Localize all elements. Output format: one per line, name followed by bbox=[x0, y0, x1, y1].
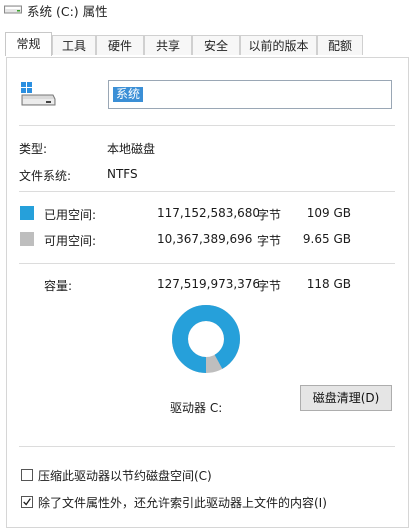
tab-previous-versions[interactable]: 以前的版本 bbox=[240, 35, 317, 55]
tab-tools[interactable]: 工具 bbox=[52, 35, 96, 55]
volume-name-field[interactable]: 系统 bbox=[108, 80, 392, 109]
drive-icon bbox=[4, 5, 22, 14]
capacity-bytes: 127,519,973,376 bbox=[157, 277, 261, 291]
tab-security[interactable]: 安全 bbox=[192, 35, 240, 55]
type-value: 本地磁盘 bbox=[107, 142, 156, 156]
compress-checkbox[interactable] bbox=[21, 469, 33, 481]
checkmark-icon bbox=[23, 498, 31, 506]
used-space-swatch bbox=[20, 206, 34, 220]
capacity-label: 容量: bbox=[44, 279, 73, 293]
tab-sharing[interactable]: 共享 bbox=[144, 35, 192, 55]
used-space-bytes: 117,152,583,680 bbox=[157, 206, 261, 220]
tab-hardware[interactable]: 硬件 bbox=[96, 35, 144, 55]
divider bbox=[19, 446, 395, 447]
used-space-label: 已用空间: bbox=[44, 208, 97, 222]
file-system-label: 文件系统: bbox=[19, 169, 72, 183]
used-space-size: 109 GB bbox=[306, 206, 351, 220]
divider bbox=[19, 125, 395, 126]
free-space-unit: 字节 bbox=[257, 234, 282, 248]
tab-quota[interactable]: 配额 bbox=[317, 35, 363, 55]
capacity-unit: 字节 bbox=[257, 279, 282, 293]
drive-large-icon bbox=[21, 82, 56, 106]
index-label: 除了文件属性外，还允许索引此驱动器上文件的内容(I) bbox=[38, 496, 327, 510]
drive-label: 驱动器 C: bbox=[170, 401, 223, 415]
window-title: 系统 (C:) 属性 bbox=[27, 4, 108, 19]
used-space-unit: 字节 bbox=[257, 208, 282, 222]
free-space-label: 可用空间: bbox=[44, 234, 97, 248]
volume-name-value: 系统 bbox=[113, 87, 144, 102]
file-system-value: NTFS bbox=[107, 167, 138, 181]
index-checkbox[interactable] bbox=[21, 496, 33, 508]
disk-cleanup-button[interactable]: 磁盘清理(D) bbox=[300, 385, 392, 411]
general-panel: 系统 类型: 本地磁盘 文件系统: NTFS 已用空间: 117,152,583… bbox=[6, 57, 409, 528]
capacity-size: 118 GB bbox=[306, 277, 351, 291]
type-label: 类型: bbox=[19, 142, 48, 156]
divider bbox=[19, 191, 395, 192]
disk-usage-donut bbox=[172, 305, 240, 373]
title-bar: 系统 (C:) 属性 bbox=[0, 0, 415, 30]
free-space-bytes: 10,367,389,696 bbox=[157, 232, 253, 246]
used-space-arc bbox=[172, 305, 240, 373]
divider bbox=[19, 263, 395, 264]
tab-bar: 常规 工具 硬件 共享 安全 以前的版本 配额 bbox=[0, 32, 415, 58]
free-space-swatch bbox=[20, 232, 34, 246]
free-space-size: 9.65 GB bbox=[302, 232, 351, 246]
tab-general[interactable]: 常规 bbox=[5, 32, 52, 56]
compress-label: 压缩此驱动器以节约磁盘空间(C) bbox=[38, 469, 212, 483]
